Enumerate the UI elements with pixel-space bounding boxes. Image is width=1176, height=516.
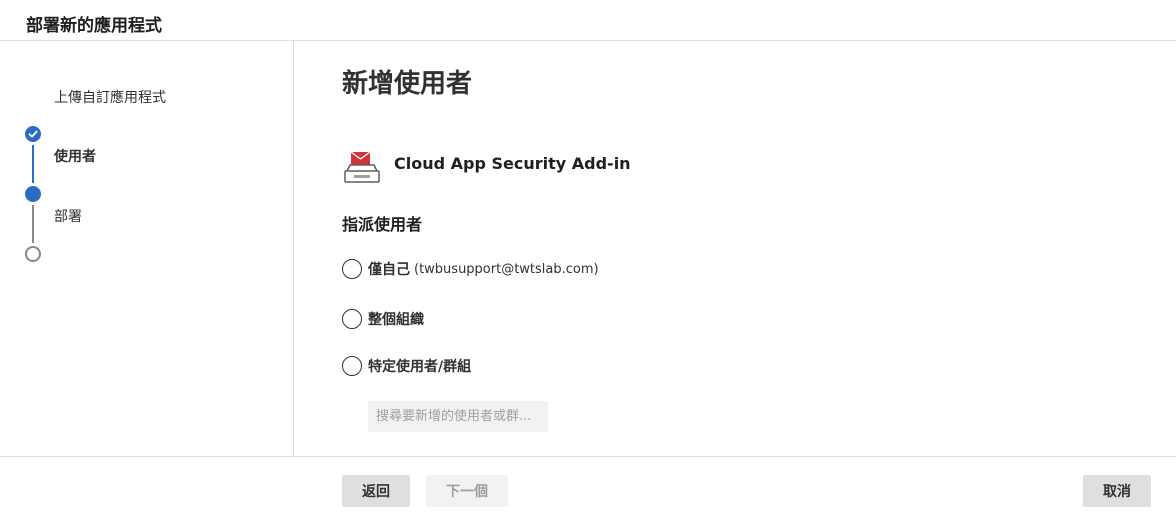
user-search-input[interactable] xyxy=(368,401,548,432)
step-pending-dot-icon xyxy=(25,246,41,262)
step-label-upload: 上傳自訂應用程式 xyxy=(54,90,166,106)
stepper-sidebar: 上傳自訂應用程式 使用者 部署 xyxy=(0,41,294,456)
radio-button[interactable] xyxy=(342,309,362,329)
main-panel: 新增使用者 Cloud App Security Add-in 指派使用者 僅自… xyxy=(342,41,1176,456)
radio-option-specific-users[interactable]: 特定使用者/群組 xyxy=(342,356,471,376)
radio-option-only-me[interactable]: 僅自己 (twbusupport@twtslab.com) xyxy=(342,259,599,279)
step-connector-complete xyxy=(32,145,34,183)
radio-detail-email: (twbusupport@twtslab.com) xyxy=(414,261,599,277)
page-title: 新增使用者 xyxy=(342,69,473,99)
step-label-users: 使用者 xyxy=(54,149,96,165)
app-name: Cloud App Security Add-in xyxy=(394,154,631,173)
radio-label: 特定使用者/群組 xyxy=(368,359,472,375)
radio-label: 僅自己 xyxy=(368,262,410,278)
radio-button[interactable] xyxy=(342,356,362,376)
assign-users-title: 指派使用者 xyxy=(342,215,423,234)
step-complete-check-icon xyxy=(25,126,41,142)
next-button: 下一個 xyxy=(426,475,508,507)
header: 部署新的應用程式 xyxy=(0,0,1176,41)
step-connector-pending xyxy=(32,205,34,243)
step-current-dot-icon xyxy=(25,186,41,202)
back-button[interactable]: 返回 xyxy=(342,475,410,507)
step-label-deploy: 部署 xyxy=(54,209,82,225)
radio-option-entire-org[interactable]: 整個組織 xyxy=(342,309,424,329)
header-title: 部署新的應用程式 xyxy=(26,16,162,36)
footer: 返回 下一個 取消 xyxy=(0,456,1176,516)
mail-tray-icon xyxy=(342,147,382,187)
radio-button[interactable] xyxy=(342,259,362,279)
radio-label: 整個組織 xyxy=(368,312,424,328)
cancel-button[interactable]: 取消 xyxy=(1083,475,1151,507)
